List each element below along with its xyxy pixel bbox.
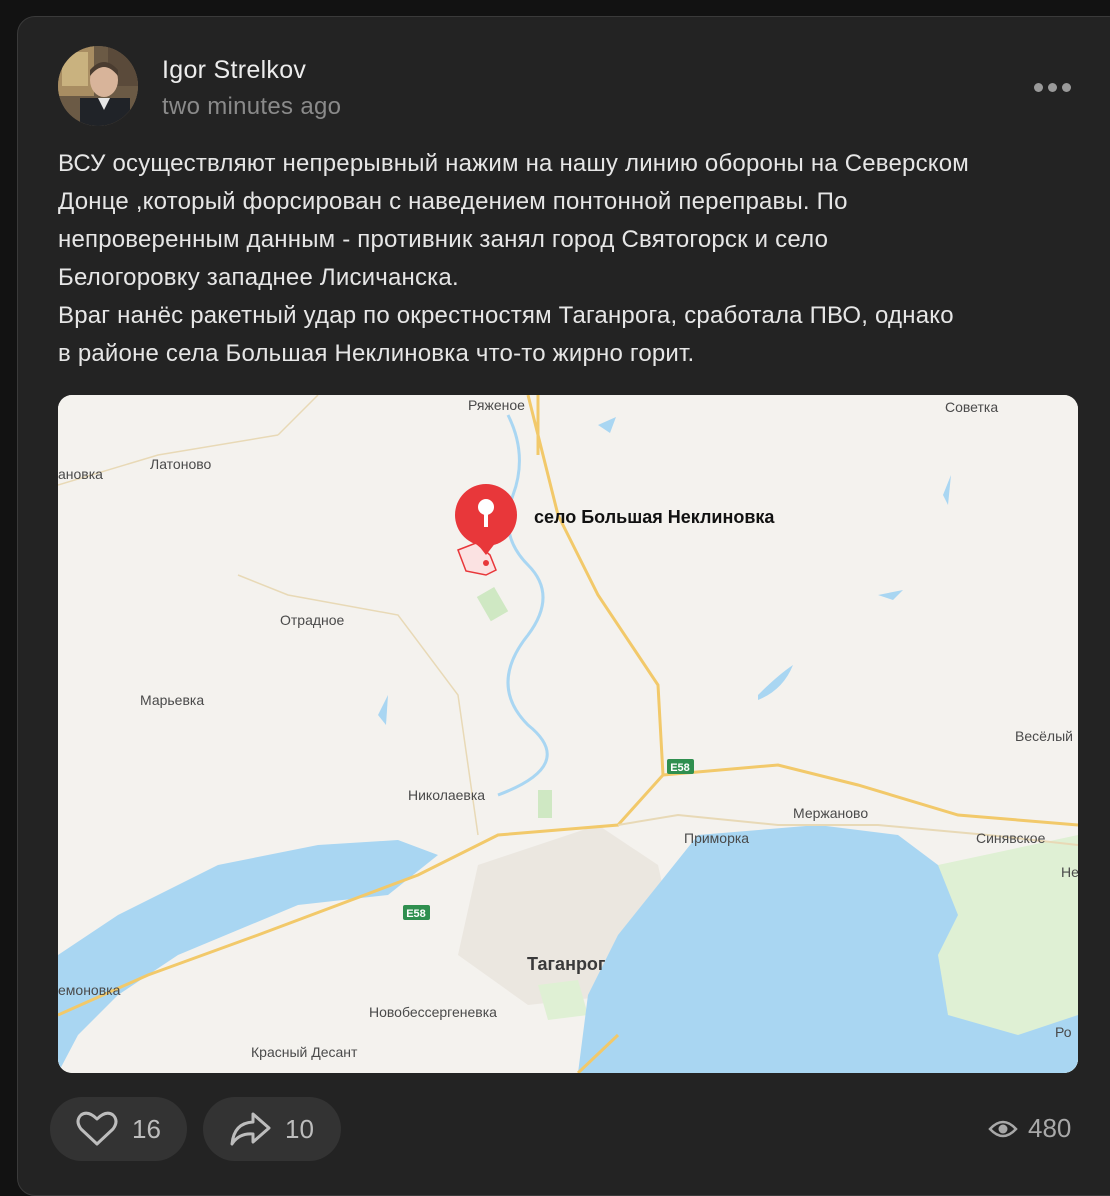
map-label: Красный Десант (251, 1044, 358, 1060)
map-label: Не (1061, 864, 1078, 880)
author-name[interactable]: Igor Strelkov (162, 56, 306, 85)
road-badge-label: E58 (670, 762, 690, 774)
road-badge-label: E58 (406, 908, 426, 920)
map-label: Ряженое (468, 397, 525, 413)
share-button[interactable]: 10 (203, 1097, 341, 1161)
post-text-line: ВСУ осуществляют непрерывный нажим на на… (58, 150, 969, 177)
heart-icon (76, 1111, 118, 1147)
map-label: Новобессергеневка (369, 1004, 497, 1020)
post-timestamp: two minutes ago (162, 93, 342, 120)
like-button[interactable]: 16 (50, 1097, 187, 1161)
map-image[interactable]: E58 E58 село Большая Неклиновка Ряженое … (58, 395, 1078, 1073)
map-label: ановка (58, 466, 103, 482)
map-label: Латоново (150, 456, 212, 472)
post-text-line: Донце ,который форсирован с наведением п… (58, 188, 848, 215)
map-city-label: Таганрог (527, 954, 606, 974)
like-count: 16 (132, 1113, 161, 1144)
post-text-line: Враг нанёс ракетный удар по окрестностям… (58, 302, 954, 329)
post-text-line: в районе села Большая Неклиновка что-то … (58, 340, 695, 367)
map-label: Мержаново (793, 805, 868, 821)
map-label: Ро (1055, 1024, 1072, 1040)
eye-icon (988, 1119, 1018, 1139)
map-label: Советка (945, 399, 998, 415)
more-dots-icon[interactable] (1034, 80, 1074, 96)
pin-label: село Большая Неклиновка (534, 507, 775, 527)
share-arrow-icon (229, 1111, 271, 1147)
views-count: 480 (1028, 1113, 1072, 1143)
map-label: Синявское (976, 830, 1046, 846)
author-avatar[interactable] (58, 46, 138, 126)
map-label: Николаевка (408, 787, 485, 803)
map-label: Приморка (684, 830, 749, 846)
map-label: Марьевка (140, 692, 204, 708)
views-counter: 480 (988, 1113, 1071, 1144)
post-text-line: Белогоровку западнее Лисичанска. (58, 264, 459, 291)
post-text: ВСУ осуществляют непрерывный нажим на на… (58, 145, 1088, 373)
share-count: 10 (285, 1113, 314, 1144)
map-label: Весёлый (1015, 728, 1073, 744)
map-label: емоновка (58, 982, 121, 998)
post-text-line: непроверенным данным - противник занял г… (58, 226, 829, 253)
map-label: Отрадное (280, 612, 345, 628)
